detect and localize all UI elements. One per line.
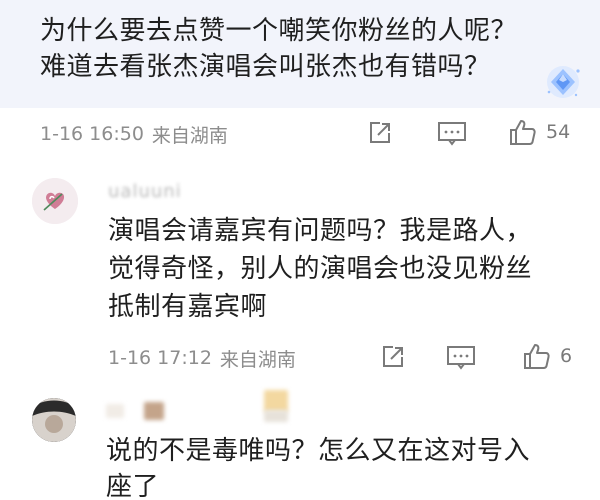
- blurred-username-part: [144, 402, 164, 420]
- diamond-badge-icon: [547, 66, 580, 98]
- comment-2-meta: 1-16 17:12 来自湖南: [108, 343, 296, 373]
- comment-1-reply-button[interactable]: [437, 120, 467, 146]
- blurred-username-part: [106, 404, 124, 418]
- comment-1-like-count: 54: [546, 121, 571, 143]
- comment-icon: [447, 346, 475, 370]
- comment-3-line-2: 座了: [106, 472, 160, 500]
- comment-2-line-3: 抵制有嘉宾啊: [108, 292, 268, 322]
- like-icon: [524, 344, 550, 369]
- comment-2-share-button[interactable]: [380, 344, 406, 370]
- comment-3-line-1: 说的不是毒唯吗？怎么又在这对号入: [106, 436, 531, 466]
- comment-2-location: 来自湖南: [219, 348, 296, 371]
- comment-1-like-button[interactable]: 54: [508, 117, 570, 147]
- avatar[interactable]: [32, 178, 78, 224]
- share-icon: [383, 346, 403, 367]
- comment-1-meta: 1-16 16:50 来自湖南: [40, 119, 228, 149]
- comment-1-share-button[interactable]: [367, 120, 393, 146]
- comment-2-time: 1-16 17:12: [108, 347, 212, 369]
- avatar[interactable]: [32, 398, 76, 442]
- share-icon: [370, 122, 390, 143]
- comment-1-location: 来自湖南: [151, 124, 228, 147]
- comment-1-time: 1-16 16:50: [40, 123, 144, 145]
- comment-1-line-1: 为什么要去点赞一个嘲笑你粉丝的人呢？: [40, 16, 518, 46]
- comment-2-line-2: 觉得奇怪，别人的演唱会也没见粉丝: [108, 254, 533, 284]
- comment-2-line-1: 演唱会请嘉宾有问题吗？我是路人，: [108, 216, 533, 246]
- comment-icon: [438, 122, 466, 146]
- comment-2-like-count: 6: [560, 345, 573, 367]
- blurred-username-part: [264, 390, 288, 412]
- comment-1-line-2: 难道去看张杰演唱会叫张杰也有错吗？: [40, 52, 491, 82]
- blurred-username-part: [264, 410, 288, 422]
- avatar-photo-icon: [32, 398, 76, 442]
- like-icon: [510, 120, 536, 145]
- comment-2-reply-button[interactable]: [446, 344, 476, 370]
- heart-avatar-icon: [32, 178, 78, 224]
- username[interactable]: ualuuni: [108, 181, 182, 202]
- comment-2-like-button[interactable]: 6: [522, 341, 572, 371]
